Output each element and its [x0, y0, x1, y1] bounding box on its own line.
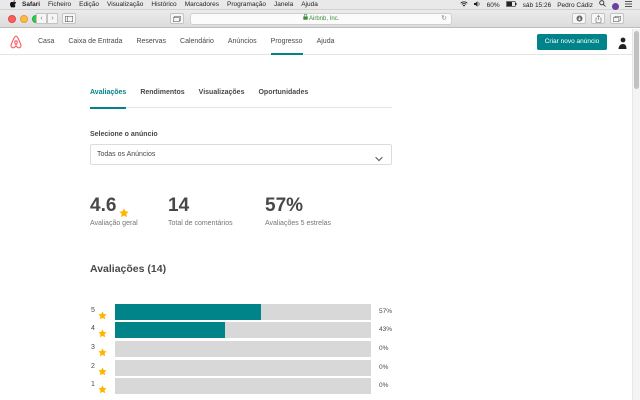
rating-percent: 0% — [379, 364, 389, 371]
forward-icon[interactable]: › — [47, 13, 58, 24]
page-scrollbar[interactable] — [632, 29, 640, 400]
rating-percent: 43% — [379, 326, 393, 333]
menu-visualizacao[interactable]: Visualização — [107, 0, 143, 10]
menu-edicao[interactable]: Edição — [79, 0, 99, 10]
minimize-window-button[interactable] — [20, 15, 28, 23]
stat-overall-rating: 4.6 Avaliação geral — [90, 194, 138, 227]
menu-ajuda[interactable]: Ajuda — [301, 0, 318, 10]
stat-total-value: 14 — [168, 195, 190, 216]
rating-percent: 57% — [379, 308, 393, 315]
nav-caixa-de-entrada[interactable]: Caixa de Entrada — [68, 29, 122, 55]
address-bar[interactable]: Airbnb, Inc. ↻ — [190, 13, 452, 25]
rating-row-5: 5 57% — [90, 304, 400, 320]
rating-stars-count: 5 — [91, 307, 95, 314]
url-text: Airbnb, Inc. — [308, 16, 340, 22]
menu-ficheiro[interactable]: Ficheiro — [48, 0, 71, 10]
tab-rendimentos[interactable]: Rendimentos — [140, 84, 184, 108]
star-icon — [98, 344, 107, 357]
rating-bar-track — [115, 378, 371, 394]
clock[interactable]: sáb 15:26 — [523, 1, 552, 11]
listing-select[interactable]: Todas os Anúncios — [90, 144, 392, 165]
tab-avaliacoes[interactable]: Avaliações — [90, 84, 127, 109]
volume-icon[interactable] — [473, 0, 481, 11]
star-icon — [119, 201, 130, 218]
chevron-down-icon — [375, 151, 383, 162]
rating-stars-count: 4 — [91, 325, 95, 332]
share-icon[interactable] — [591, 13, 605, 24]
rating-row-3: 3 0% — [90, 341, 400, 357]
stat-total-reviews: 14 Total de comentários — [168, 194, 233, 227]
siri-icon[interactable] — [612, 2, 619, 10]
menu-programacao[interactable]: Programação — [227, 0, 266, 10]
star-icon — [98, 307, 107, 320]
menu-janela[interactable]: Janela — [274, 0, 293, 10]
close-window-button[interactable] — [8, 15, 16, 23]
new-tab-icon[interactable] — [610, 13, 624, 24]
rating-bar-track — [115, 322, 371, 338]
rating-bar-fill — [115, 304, 261, 320]
rating-row-4: 4 43% — [90, 322, 400, 338]
scrollbar-thumb[interactable] — [634, 31, 639, 89]
rating-bar-track — [115, 360, 371, 376]
battery-percent: 60% — [486, 1, 500, 9]
downloads-icon[interactable] — [572, 13, 586, 24]
star-icon — [98, 381, 107, 394]
wifi-icon[interactable] — [460, 0, 468, 11]
site-header: Casa Caixa de Entrada Reservas Calendári… — [0, 29, 632, 55]
notification-center-icon[interactable] — [625, 0, 632, 11]
rating-percent: 0% — [379, 382, 389, 389]
user-name[interactable]: Pedro Cádiz — [557, 1, 593, 11]
rating-bar-track — [115, 341, 371, 357]
progress-tabs: Avaliações Rendimentos Visualizações Opo… — [90, 84, 392, 109]
nav-ajuda[interactable]: Ajuda — [317, 29, 335, 55]
stat-overall-label: Avaliação geral — [90, 220, 138, 227]
rating-bar-fill — [115, 322, 226, 338]
menu-historico[interactable]: Histórico — [151, 0, 176, 10]
stat-five-star: 57% Avaliações 5 estrelas — [265, 194, 331, 227]
listing-select-value: Todas os Anúncios — [97, 151, 156, 158]
stat-overall-value: 4.6 — [90, 195, 117, 216]
reviews-title: Avaliações (14) — [90, 263, 167, 275]
create-listing-button[interactable]: Criar novo anúncio — [537, 34, 607, 50]
user-avatar-icon[interactable] — [617, 36, 627, 49]
nav-casa[interactable]: Casa — [38, 29, 54, 55]
rating-stars-count: 3 — [91, 344, 95, 351]
battery-icon[interactable] — [505, 0, 517, 11]
rating-row-1: 1 0% — [90, 378, 400, 394]
menu-marcadores[interactable]: Marcadores — [185, 0, 219, 10]
nav-calendario[interactable]: Calendário — [180, 29, 214, 55]
menu-list: Ficheiro Edição Visualização Histórico M… — [48, 0, 318, 10]
tab-oportunidades[interactable]: Oportunidades — [258, 84, 308, 108]
macos-menubar: Safari Ficheiro Edição Visualização Hist… — [0, 0, 640, 10]
stat-five-star-label: Avaliações 5 estrelas — [265, 220, 332, 227]
rating-bar-track — [115, 304, 371, 320]
airbnb-logo-icon[interactable] — [10, 35, 22, 49]
star-icon — [98, 325, 107, 338]
history-nav: ‹ › — [36, 13, 58, 24]
tabs-overview-icon[interactable] — [170, 13, 184, 24]
reload-icon[interactable]: ↻ — [441, 14, 447, 24]
nav-progresso[interactable]: Progresso — [270, 29, 303, 55]
app-menu-safari[interactable]: Safari — [22, 0, 40, 10]
stat-five-star-value: 57% — [265, 195, 304, 216]
star-icon — [98, 363, 107, 376]
nav-anuncios[interactable]: Anúncios — [228, 29, 257, 55]
rating-stars-count: 1 — [91, 381, 95, 388]
browser-toolbar: ‹ › Airbnb, Inc. ↻ — [0, 10, 640, 28]
rating-stars-count: 2 — [91, 363, 95, 370]
tab-visualizacoes[interactable]: Visualizações — [199, 84, 245, 108]
stat-total-label: Total de comentários — [168, 220, 233, 227]
sidebar-toggle-icon[interactable] — [62, 13, 76, 24]
nav-reservas[interactable]: Reservas — [136, 29, 166, 55]
rating-percent: 0% — [379, 345, 389, 352]
rating-row-2: 2 0% — [90, 360, 400, 376]
back-icon[interactable]: ‹ — [36, 13, 47, 24]
main-nav: Casa Caixa de Entrada Reservas Calendári… — [38, 29, 334, 55]
listing-select-label: Selecione o anúncio — [90, 131, 158, 138]
